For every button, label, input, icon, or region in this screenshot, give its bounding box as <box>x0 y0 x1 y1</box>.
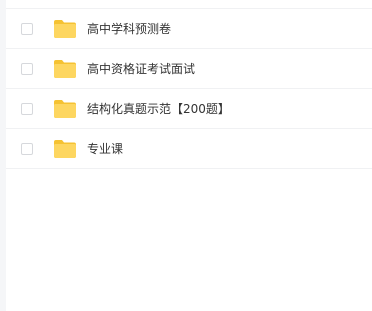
folder-name[interactable]: 高中资格证考试面试 <box>87 49 195 89</box>
list-item[interactable]: 高中学科预测卷 <box>6 9 372 49</box>
row-checkbox[interactable] <box>21 102 33 115</box>
file-list: 高中学科预测卷 高中资格证考试面试 结构化真题示范【200题】 专业课 <box>6 8 372 169</box>
list-item[interactable]: 专业课 <box>6 129 372 169</box>
folder-icon <box>54 139 76 158</box>
folder-name[interactable]: 高中学科预测卷 <box>87 9 171 49</box>
row-checkbox[interactable] <box>21 22 33 35</box>
row-checkbox[interactable] <box>21 62 33 75</box>
folder-name[interactable]: 专业课 <box>87 129 123 169</box>
folder-icon <box>54 99 76 118</box>
folder-icon <box>54 19 76 38</box>
folder-icon <box>54 59 76 78</box>
list-item[interactable]: 高中资格证考试面试 <box>6 49 372 89</box>
folder-name[interactable]: 结构化真题示范【200题】 <box>87 89 230 129</box>
list-item[interactable]: 结构化真题示范【200题】 <box>6 89 372 129</box>
row-checkbox[interactable] <box>21 142 33 155</box>
